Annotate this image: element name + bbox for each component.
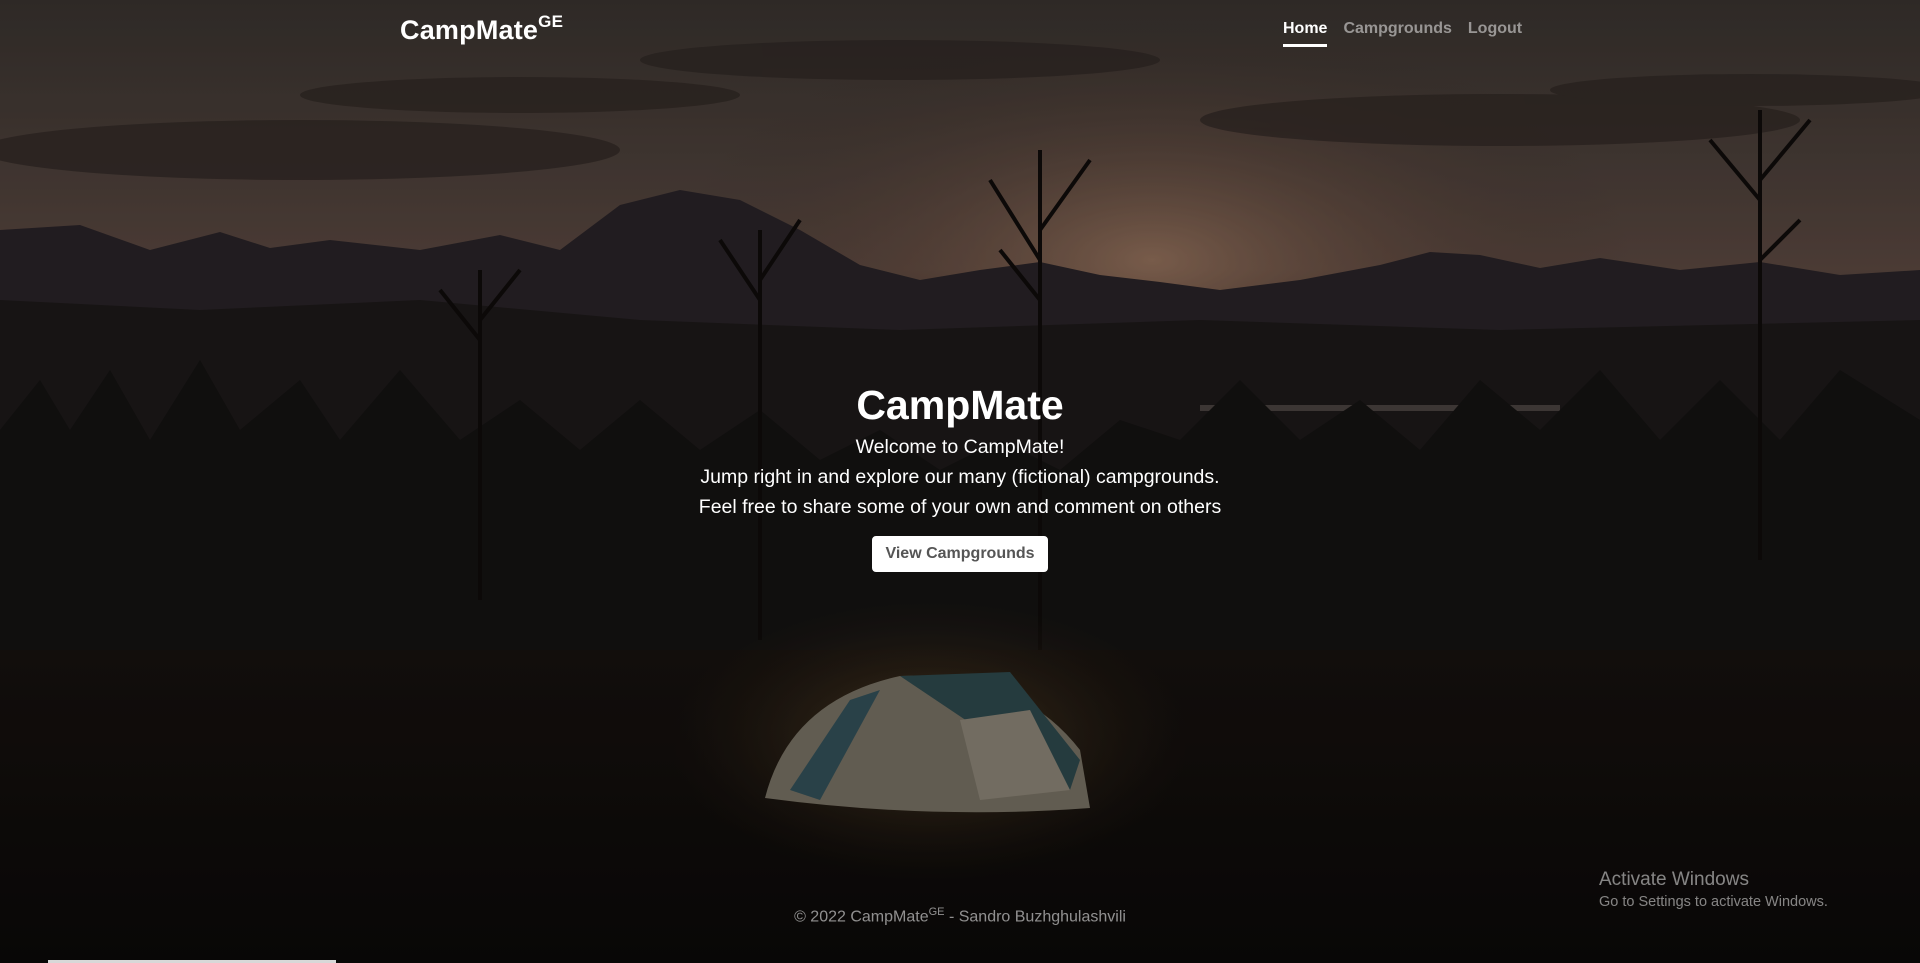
nav-link-campgrounds[interactable]: Campgrounds [1343, 20, 1451, 47]
footer-author: - Sandro Buzhghulashvili [944, 908, 1126, 926]
hero-title: CampMate [856, 382, 1064, 428]
hero-explore-line: Jump right in and explore our many (fict… [700, 466, 1220, 488]
brand-superscript: GE [538, 12, 564, 31]
navbar: CampMateGE Home Campgrounds Logout [0, 0, 1920, 64]
footer-superscript: GE [928, 906, 945, 918]
view-campgrounds-button[interactable]: View Campgrounds [872, 536, 1048, 572]
nav-link-home[interactable]: Home [1283, 20, 1328, 47]
activate-windows-watermark: Activate Windows Go to Settings to activ… [1599, 868, 1828, 912]
watermark-title: Activate Windows [1599, 869, 1749, 890]
hero: CampMate Welcome to CampMate! Jump right… [0, 378, 1920, 572]
brand-name: CampMate [400, 15, 539, 45]
nav-links: Home Campgrounds Logout [1283, 20, 1522, 47]
hero-share-line: Feel free to share some of your own and … [698, 496, 1222, 518]
nav-link-logout[interactable]: Logout [1468, 20, 1522, 47]
watermark-subtitle: Go to Settings to activate Windows. [1599, 894, 1828, 910]
brand-logo[interactable]: CampMateGE [400, 12, 564, 46]
footer-copyright: © 2022 CampMate [794, 908, 929, 926]
hero-welcome-line: Welcome to CampMate! [855, 436, 1065, 458]
